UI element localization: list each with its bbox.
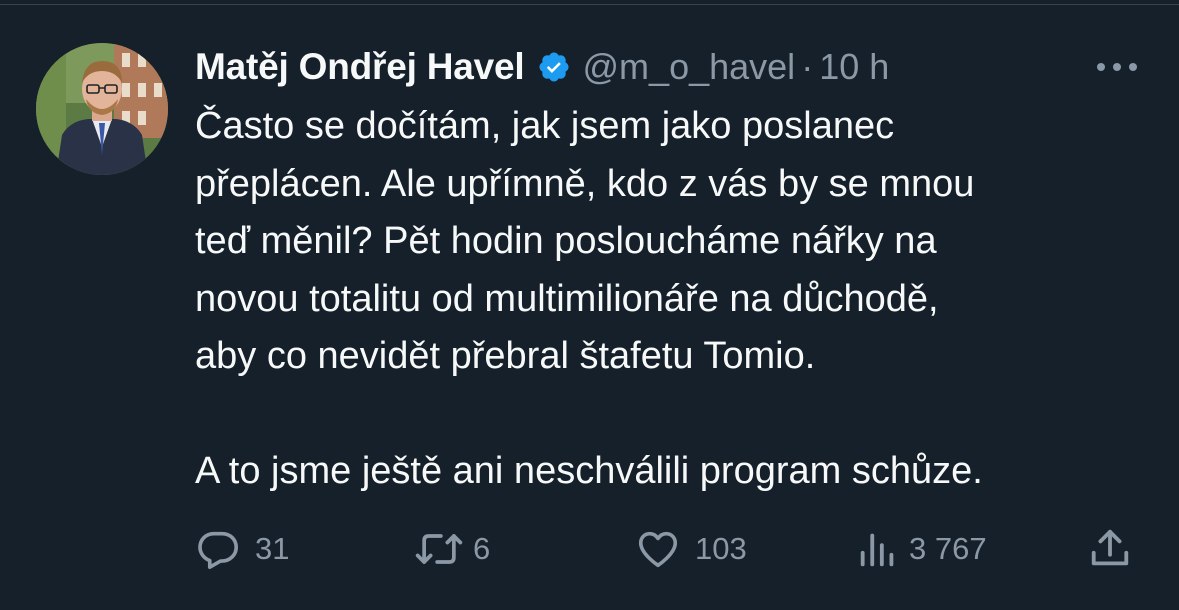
- views-button[interactable]: 3 767: [855, 519, 987, 579]
- views-count: 3 767: [909, 531, 987, 566]
- retweet-count: 6: [473, 531, 491, 566]
- reply-button[interactable]: 31: [195, 519, 289, 579]
- like-count: 103: [695, 531, 747, 566]
- like-button[interactable]: 103: [635, 519, 747, 579]
- separator-dot: ·: [801, 46, 814, 87]
- tweet-header: Matěj Ondřej Havel @m_o_havel · 10 h: [195, 39, 889, 95]
- verified-badge-icon[interactable]: [537, 50, 571, 84]
- more-dots-icon[interactable]: [1093, 57, 1141, 77]
- heart-icon: [635, 526, 681, 572]
- action-bar: 31 6 103 3 767: [195, 519, 1145, 579]
- avatar[interactable]: [36, 43, 168, 175]
- handle[interactable]: @m_o_havel: [583, 46, 796, 88]
- tweet-text-line: A to jsme ještě ani neschválili program …: [195, 450, 983, 492]
- tweet-text-line: novou totalitu od multimilionáře na důch…: [195, 277, 939, 320]
- tweet-text-line: aby co nevidět přebral štafetu Tomio.: [195, 335, 816, 377]
- analytics-bars-icon: [855, 526, 901, 572]
- share-upload-icon: [1087, 526, 1133, 572]
- retweet-button[interactable]: 6: [413, 519, 490, 579]
- tweet-text: Často se dočítám, jak jsem jako poslanec…: [195, 98, 1155, 501]
- share-button[interactable]: [1087, 519, 1133, 579]
- profile-photo-icon: [36, 43, 168, 175]
- tweet-text-line: přeplácen. Ale upřímně, kdo z vás by se …: [195, 162, 975, 205]
- reply-bubble-icon: [195, 526, 241, 572]
- tweet-text-line: Často se dočítám, jak jsem jako poslanec: [195, 105, 895, 147]
- timestamp[interactable]: 10 h: [819, 46, 889, 88]
- reply-count: 31: [255, 531, 290, 566]
- tweet-text-line: teď měnil? Pět hodin posloucháme nářky n…: [195, 220, 937, 262]
- retweet-icon: [413, 526, 465, 572]
- display-name[interactable]: Matěj Ondřej Havel: [195, 46, 525, 88]
- tweet-card[interactable]: Matěj Ondřej Havel @m_o_havel · 10 h Čas…: [0, 5, 1179, 610]
